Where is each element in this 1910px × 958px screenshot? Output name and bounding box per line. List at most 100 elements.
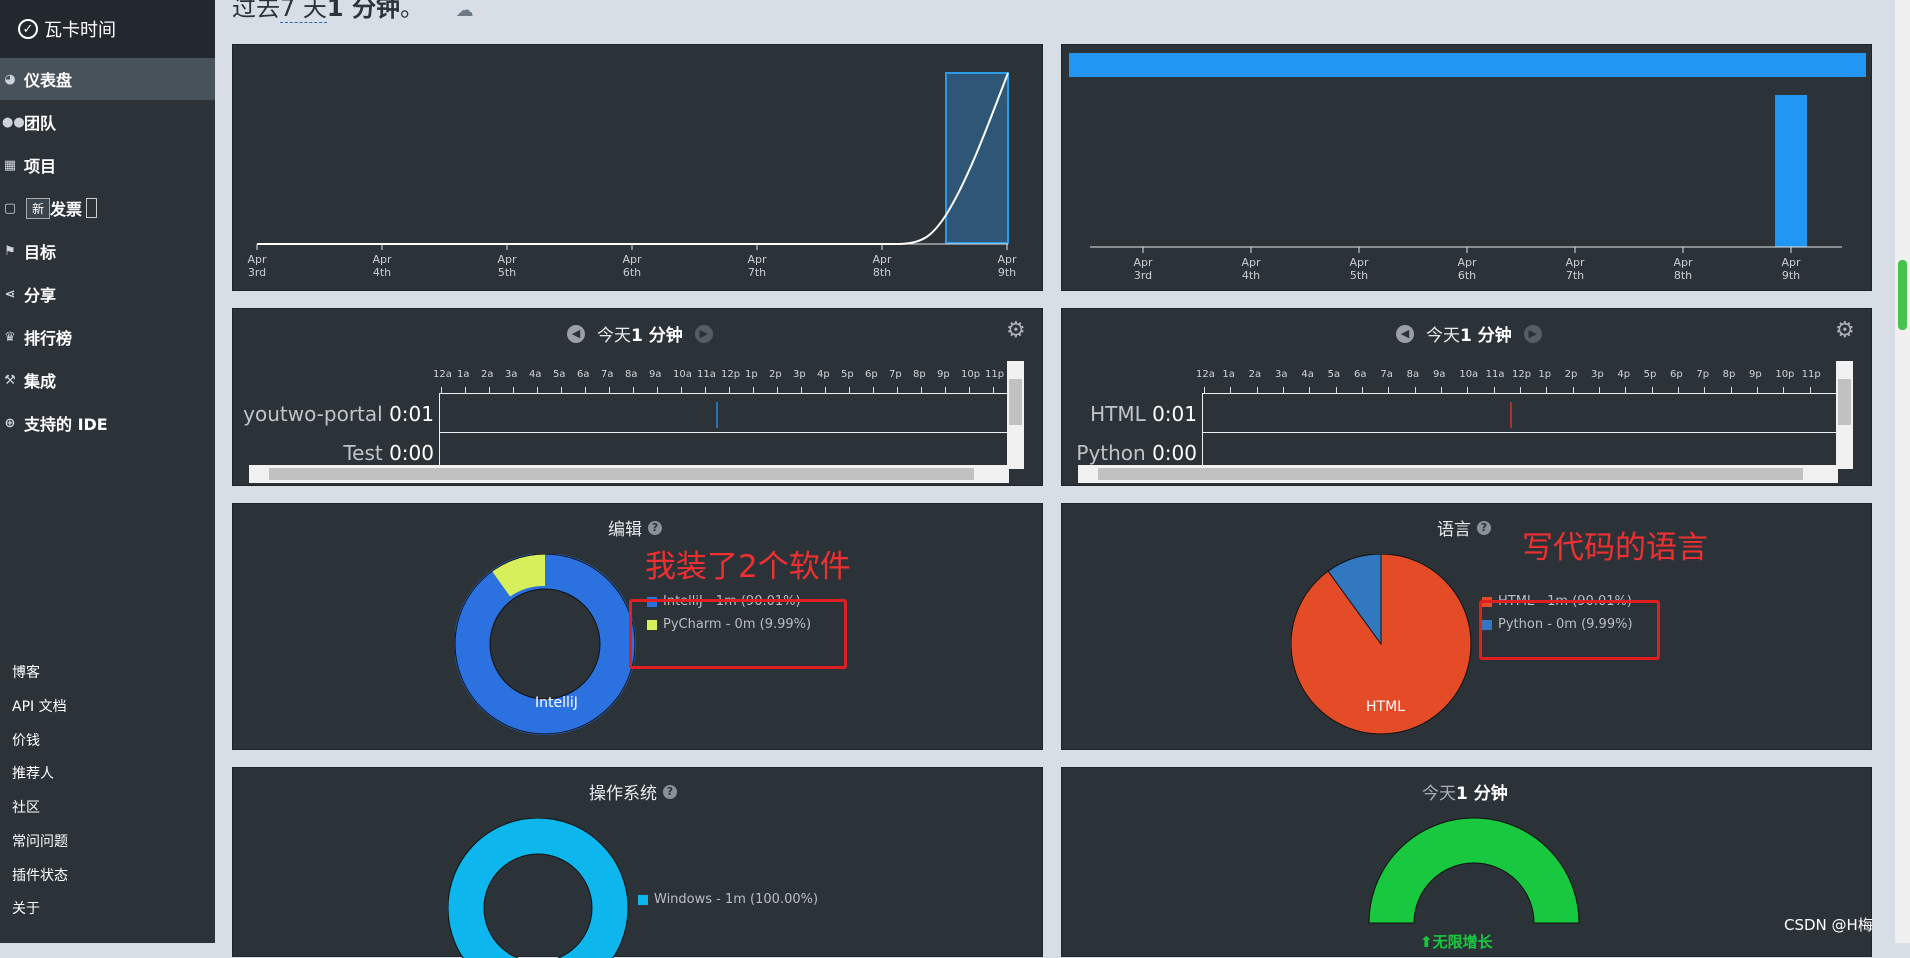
hour-label: 6a: [577, 369, 590, 380]
help-icon[interactable]: ?: [663, 784, 677, 799]
annotation-text: 写代码的语言: [1522, 530, 1708, 566]
timeline-total: 1 分钟: [631, 326, 683, 346]
hour-label: 3a: [1275, 369, 1288, 380]
chevron-left-icon[interactable]: ◀: [1396, 324, 1414, 343]
title-text: 操作系统: [589, 784, 657, 804]
scrollbar-thumb[interactable]: [1898, 260, 1907, 330]
timeline-header: ◀ 今天 1 分钟 ▶: [1384, 321, 1554, 346]
new-badge: 新: [26, 197, 51, 219]
os-title: 操作系统?: [589, 779, 677, 804]
language-row-2[interactable]: Python 0:00: [1062, 441, 1197, 465]
timeline-header: ◀ 今天 1 分钟 ▶: [555, 321, 725, 346]
title-text: 语言: [1437, 520, 1471, 540]
hour-label: 1a: [457, 369, 470, 380]
sidebar-item-projects[interactable]: ▦ 项目: [0, 144, 215, 186]
hour-label: 7a: [1380, 369, 1393, 380]
project-row-2[interactable]: Test 0:00: [238, 441, 434, 465]
activity-marker[interactable]: [716, 402, 718, 428]
title-suffix: 。: [399, 0, 424, 22]
project-row-1[interactable]: youtwo-portal 0:01: [238, 402, 434, 426]
footer-link-about[interactable]: 关于: [12, 898, 40, 918]
hour-label: 9p: [937, 369, 950, 380]
hour-label: 5p: [1643, 369, 1657, 380]
horizontal-scrollbar[interactable]: [249, 465, 1009, 483]
footer-link-pricing[interactable]: 价钱: [12, 730, 40, 750]
wrench-icon: ⚒: [4, 372, 16, 388]
summary-bar[interactable]: [1069, 53, 1866, 77]
goal-caption-text: 无限增长: [1432, 933, 1493, 951]
hour-label: 8a: [1406, 369, 1420, 380]
hour-label: 1p: [1538, 369, 1552, 380]
legend-item[interactable]: Windows - 1m (100.00%): [638, 888, 818, 911]
placeholder-box: [86, 198, 98, 218]
flag-icon: ⚑: [4, 243, 16, 259]
gauge-arc: [1368, 817, 1580, 924]
x-axis-label: Apr 4th: [1241, 256, 1261, 282]
hour-label: 1a: [1222, 369, 1235, 380]
footer-link-plugin-status[interactable]: 插件状态: [12, 865, 68, 885]
cloud-download-icon[interactable]: ☁: [456, 0, 474, 21]
timeline-day: 今天: [1426, 326, 1460, 346]
grid-icon: ▦: [3, 157, 17, 173]
chevron-right-icon[interactable]: ▶: [694, 324, 713, 343]
help-icon[interactable]: ?: [1477, 520, 1491, 535]
dashboard-icon: ◕: [4, 71, 16, 87]
bar-apr-9th[interactable]: [1775, 95, 1807, 247]
os-panel: 操作系统? Windows - 1m (100.00%): [232, 767, 1043, 958]
sidebar-item-integrations[interactable]: ⚒ 集成: [0, 359, 215, 401]
hour-label: 6p: [1670, 369, 1683, 380]
sidebar-item-invoices[interactable]: ▢ 新 发票: [0, 187, 215, 229]
os-legend: Windows - 1m (100.00%): [638, 888, 818, 911]
hour-label: 5a: [1327, 369, 1341, 380]
hour-label: 11p: [985, 369, 1005, 380]
sidebar-item-supported-ide[interactable]: ⊕ 支持的 IDE: [0, 402, 215, 444]
x-axis-label: Apr 6th: [1457, 256, 1477, 282]
chevron-right-icon[interactable]: ▶: [1523, 324, 1542, 343]
sidebar-item-label: 发票: [50, 200, 83, 219]
x-axis-label: Apr 9th: [997, 253, 1017, 279]
chevron-left-icon[interactable]: ◀: [567, 324, 585, 343]
hour-label: 9a: [649, 369, 662, 380]
hour-label: 7a: [601, 369, 614, 380]
vertical-scrollbar[interactable]: [1007, 361, 1024, 469]
sidebar-item-label: 项目: [24, 157, 57, 176]
goal-caption[interactable]: ⬆无限增长: [1420, 931, 1493, 952]
footer-link-blog[interactable]: 博客: [12, 662, 40, 682]
sidebar-item-goals[interactable]: ⚑ 目标: [0, 230, 215, 272]
vertical-scrollbar[interactable]: [1836, 361, 1853, 469]
gear-icon[interactable]: ⚙: [1006, 318, 1026, 343]
footer-link-referrals[interactable]: 推荐人: [12, 763, 54, 783]
editors-panel: 编辑? IntelliJ IntelliJ - 1m (90.01%) PyCh…: [232, 503, 1043, 750]
brand[interactable]: ✓ 瓦卡时间: [0, 0, 215, 58]
sidebar-item-label: 集成: [24, 372, 57, 391]
sidebar-item-leaderboard[interactable]: ♛ 排行榜: [0, 316, 215, 358]
sidebar-item-team[interactable]: ●● 团队: [0, 101, 215, 143]
sidebar-item-dashboard[interactable]: ◕ 仪表盘: [0, 58, 215, 100]
activity-line: [257, 72, 1009, 245]
footer-link-community[interactable]: 社区: [12, 797, 40, 817]
projects-timeline-panel: ◀ 今天 1 分钟 ▶ ⚙ 12a 1a 2a 3a 4a 5a 6a 7a 8a 9a 10a 11a…: [232, 308, 1043, 486]
help-icon[interactable]: ?: [648, 520, 662, 535]
app-title: 瓦卡时间: [44, 20, 116, 41]
annotation-box: [629, 599, 847, 669]
activity-marker[interactable]: [1510, 402, 1512, 428]
x-axis-label: Apr 8th: [1673, 256, 1693, 282]
arrow-up-icon: ⬆: [1420, 933, 1433, 951]
hour-label: 10a: [1459, 369, 1479, 380]
gear-icon[interactable]: ⚙: [1835, 318, 1855, 343]
hour-label: 10p: [961, 369, 981, 380]
project-name: Test: [343, 441, 383, 465]
language-row-1[interactable]: HTML 0:01: [1062, 402, 1197, 426]
annotation-box: [1479, 600, 1660, 660]
project-time: 0:01: [389, 402, 434, 426]
daily-bar-panel: Apr 3rd Apr 4th Apr 5th Apr 6th Apr 7th Apr 8…: [1061, 44, 1872, 291]
title-days-dropdown[interactable]: 7 天: [280, 0, 327, 23]
footer-link-api-docs[interactable]: API 文档: [12, 696, 67, 716]
page-scrollbar[interactable]: [1895, 0, 1910, 943]
sidebar-item-share[interactable]: ⋖ 分享: [0, 273, 215, 315]
hour-label: 12a: [1196, 369, 1215, 380]
horizontal-scrollbar[interactable]: [1078, 465, 1838, 483]
footer-link-faq[interactable]: 常问问题: [12, 831, 68, 851]
x-axis-label: Apr 3rd: [247, 253, 267, 279]
x-axis-label: Apr 8th: [872, 253, 892, 279]
